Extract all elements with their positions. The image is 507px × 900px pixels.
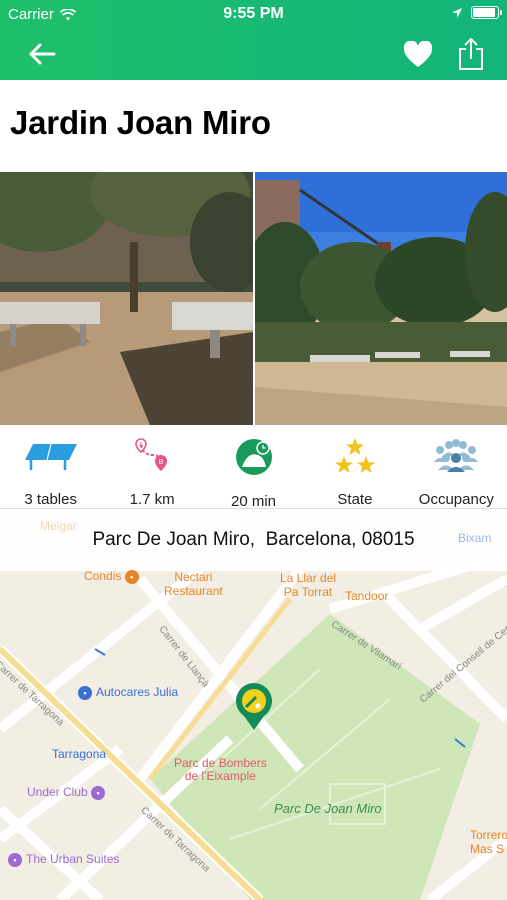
stat-distance[interactable]: A B 1.7 km bbox=[101, 425, 202, 508]
stat-occupancy[interactable]: Occupancy bbox=[406, 425, 507, 508]
map-label-tarragona-station: Tarragona bbox=[52, 747, 107, 761]
map-label-torrero: Torrero Mas S bbox=[470, 828, 507, 856]
map-label-bombers: Parc de Bombers de l'Eixample bbox=[174, 756, 267, 783]
location-map[interactable]: Parc De Joan Miro, Barcelona, 08015 Melg… bbox=[0, 509, 507, 900]
map-pin-icon[interactable] bbox=[234, 682, 274, 732]
map-label-llar: La Llar del Pa Torrat bbox=[280, 571, 337, 599]
app-header: Carrier 9:55 PM bbox=[0, 0, 507, 80]
photo-1-image bbox=[0, 172, 253, 425]
map-label-tandoor: Tandoor bbox=[345, 589, 389, 603]
share-icon bbox=[459, 37, 483, 70]
map-label-autocares: ▪ Autocares Julia bbox=[78, 685, 178, 700]
page-title: Jardin Joan Miro bbox=[10, 104, 271, 141]
crowd-icon bbox=[434, 439, 479, 472]
hotel-icon: ▪ bbox=[8, 852, 22, 867]
stat-tables-label: 3 tables bbox=[24, 491, 77, 508]
cart-icon: ▪ bbox=[124, 569, 139, 584]
svg-text:B: B bbox=[159, 458, 164, 466]
stat-state[interactable]: State bbox=[304, 425, 405, 508]
location-arrow-icon bbox=[452, 7, 462, 18]
back-button[interactable] bbox=[22, 36, 62, 72]
stat-duration-label: 20 min bbox=[231, 493, 277, 510]
status-right bbox=[451, 6, 502, 19]
ping-pong-table-icon bbox=[24, 443, 77, 470]
stars-icon bbox=[334, 438, 375, 473]
map-label-nectari: Nectari Restaurant bbox=[164, 570, 223, 598]
svg-text:A: A bbox=[139, 442, 144, 449]
photo-gallery bbox=[0, 172, 507, 425]
nav-bar bbox=[0, 28, 507, 80]
stat-occupancy-label: Occupancy bbox=[418, 491, 494, 508]
stat-duration[interactable]: 20 min bbox=[203, 425, 304, 510]
map-label-condis: Condis ▪ bbox=[84, 569, 143, 584]
map-label-melgar: Melgar bbox=[40, 519, 77, 533]
map-label-park: Parc De Joan Miro bbox=[274, 801, 382, 816]
battery-icon bbox=[471, 6, 502, 19]
photo-1[interactable] bbox=[0, 172, 253, 425]
arrow-left-icon bbox=[29, 43, 56, 65]
status-time: 9:55 PM bbox=[223, 5, 284, 22]
status-bar: Carrier 9:55 PM bbox=[0, 0, 507, 28]
stat-state-label: State bbox=[337, 491, 373, 508]
route-distance-icon: A B bbox=[135, 438, 168, 471]
photo-2[interactable] bbox=[254, 172, 507, 425]
duration-icon bbox=[235, 439, 272, 475]
photo-2-image bbox=[254, 172, 507, 425]
favorite-button[interactable] bbox=[398, 36, 438, 72]
map-label-under-club: Under Club ▪ bbox=[27, 785, 109, 800]
stats-row: 3 tables A B 1.7 km 20 min State Occupan… bbox=[0, 425, 507, 510]
map-label-bixam: Bixam bbox=[458, 531, 492, 545]
map-label-urban-suites: ▪ The Urban Suites bbox=[8, 852, 119, 867]
heart-icon bbox=[403, 40, 433, 67]
bus-icon: ▪ bbox=[78, 685, 92, 700]
stat-tables[interactable]: 3 tables bbox=[0, 425, 101, 508]
share-button[interactable] bbox=[451, 36, 491, 72]
stat-distance-label: 1.7 km bbox=[129, 491, 175, 508]
cocktail-icon: ▪ bbox=[91, 785, 106, 800]
